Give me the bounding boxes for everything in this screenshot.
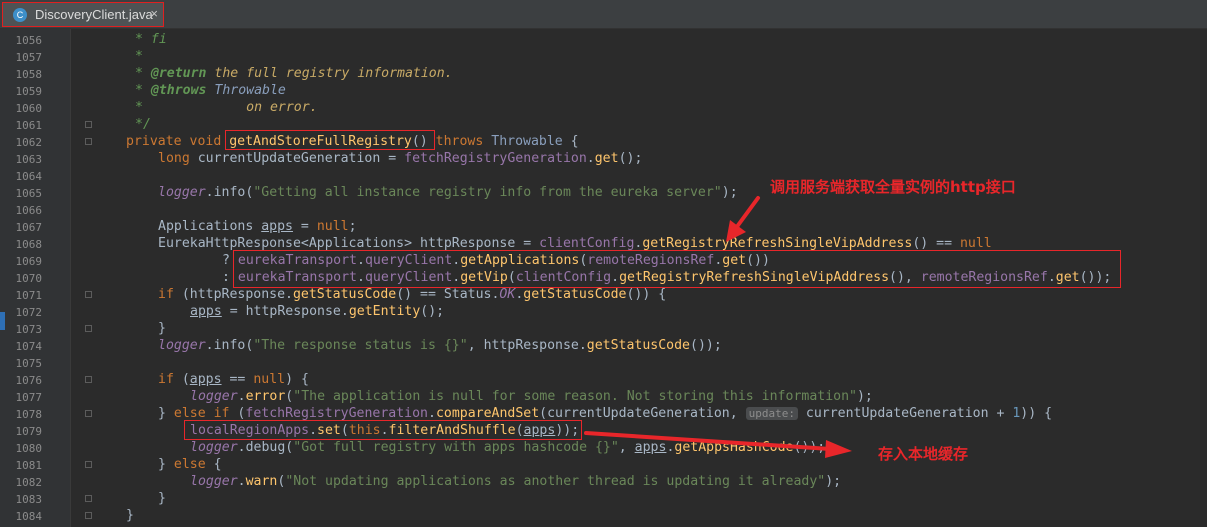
arrow-to-http-call <box>726 196 760 242</box>
local-cache-note: 存入本地缓存 <box>878 445 969 463</box>
annotation-arrows <box>584 196 852 458</box>
arrow-to-local-cache <box>584 431 852 458</box>
http-interface-note: 调用服务端获取全量实例的http接口 <box>770 178 1016 196</box>
